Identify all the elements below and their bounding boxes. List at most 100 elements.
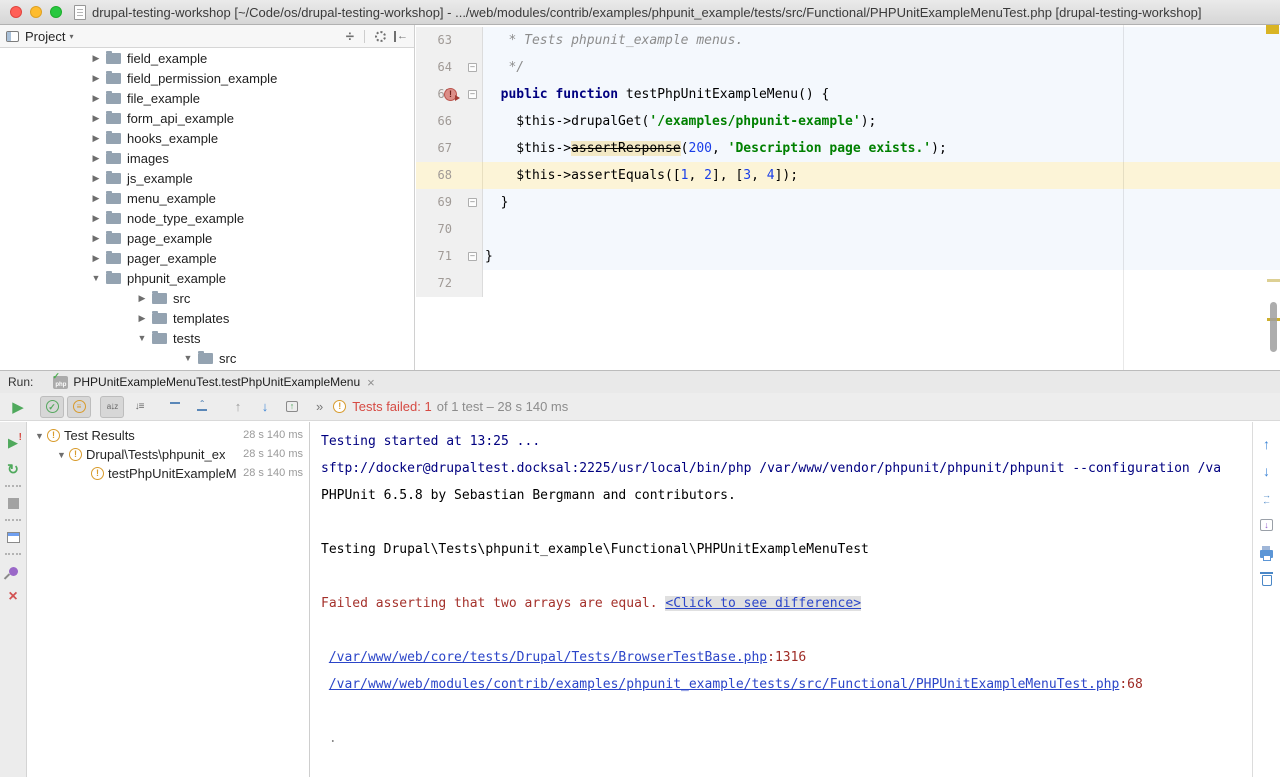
collapse-all-icon[interactable]: ÷ — [346, 28, 354, 45]
up-the-stack-trace-button[interactable]: ↑ — [1253, 430, 1280, 457]
chevron-right-icon[interactable]: ▶ — [88, 173, 104, 184]
next-failed-test-button[interactable]: ↓ — [253, 396, 277, 418]
chevron-right-icon[interactable]: ▶ — [88, 133, 104, 144]
chevron-down-icon[interactable]: ▼ — [88, 273, 104, 283]
code-line[interactable]: 66 $this->drupalGet('/examples/phpunit-e… — [416, 108, 1280, 135]
code-line[interactable]: 69– } — [416, 189, 1280, 216]
project-tree-item[interactable]: ▶field_example — [0, 48, 414, 68]
chevron-right-icon[interactable]: ▶ — [134, 313, 150, 324]
toggle-auto-test-button[interactable]: ↻ — [0, 456, 26, 482]
error-stripe-corner[interactable] — [1266, 25, 1279, 34]
code-cell[interactable]: */ — [483, 54, 1280, 81]
chevron-down-icon[interactable]: ▼ — [32, 431, 47, 441]
project-tree-item[interactable]: ▼phpunit_example — [0, 268, 414, 288]
editor-gutter[interactable]: 63 — [416, 27, 483, 54]
more-actions-icon[interactable]: » — [316, 399, 323, 414]
close-window-button[interactable] — [10, 6, 22, 18]
test-tree-item[interactable]: ▼!Test Results28 s 140 ms — [27, 426, 309, 445]
test-tree-item[interactable]: ▼!Drupal\Tests\phpunit_ex28 s 140 ms — [27, 445, 309, 464]
expand-all-button[interactable]: ˇ — [163, 396, 187, 418]
code-cell[interactable]: public function testPhpUnitExampleMenu()… — [483, 81, 1280, 108]
chevron-down-icon[interactable]: ▼ — [54, 450, 69, 460]
project-tree-item[interactable]: ▶field_permission_example — [0, 68, 414, 88]
chevron-down-icon[interactable]: ▼ — [180, 353, 196, 363]
code-editor[interactable]: 63 * Tests phpunit_example menus.64– */6… — [416, 25, 1280, 370]
stop-button[interactable] — [0, 490, 26, 516]
editor-gutter[interactable]: 72 — [416, 270, 483, 297]
gear-icon[interactable] — [375, 31, 386, 42]
chevron-right-icon[interactable]: ▶ — [88, 213, 104, 224]
hide-panel-icon[interactable]: ← — [394, 31, 408, 42]
console-link[interactable]: /var/www/web/modules/contrib/examples/ph… — [329, 677, 1120, 692]
fold-marker-icon[interactable]: – — [468, 252, 477, 261]
rerun-failed-tests-button[interactable]: ▶! — [0, 430, 26, 456]
restore-layout-button[interactable] — [0, 524, 26, 550]
project-tree-item[interactable]: ▶form_api_example — [0, 108, 414, 128]
zoom-window-button[interactable] — [50, 6, 62, 18]
project-panel-title[interactable]: Project — [25, 29, 65, 44]
project-tree-item[interactable]: ▶file_example — [0, 88, 414, 108]
project-tree-item[interactable]: ▼tests — [0, 328, 414, 348]
editor-gutter[interactable]: 67 — [416, 135, 483, 162]
down-the-stack-trace-button[interactable]: ↓ — [1253, 457, 1280, 484]
editor-gutter[interactable]: 69– — [416, 189, 483, 216]
clear-all-button[interactable] — [1253, 565, 1280, 592]
minimize-window-button[interactable] — [30, 6, 42, 18]
code-cell[interactable]: } — [483, 189, 1280, 216]
chevron-right-icon[interactable]: ▶ — [88, 233, 104, 244]
code-line[interactable]: 70 — [416, 216, 1280, 243]
close-tab-icon[interactable]: × — [367, 376, 375, 389]
project-tree-item[interactable]: ▶page_example — [0, 228, 414, 248]
chevron-right-icon[interactable]: ▶ — [88, 193, 104, 204]
show-passed-button[interactable]: ✓ — [40, 396, 64, 418]
code-cell[interactable] — [483, 216, 1280, 243]
project-tree-item[interactable]: ▶node_type_example — [0, 208, 414, 228]
editor-gutter[interactable]: 70 — [416, 216, 483, 243]
code-cell[interactable]: } — [483, 243, 1280, 270]
code-cell[interactable]: * Tests phpunit_example menus. — [483, 27, 1280, 54]
chevron-right-icon[interactable]: ▶ — [88, 153, 104, 164]
fold-marker-icon[interactable]: – — [468, 198, 477, 207]
project-tree-item[interactable]: ▶src — [0, 288, 414, 308]
chevron-right-icon[interactable]: ▶ — [88, 73, 104, 84]
failed-test-gutter-icon[interactable]: ! — [444, 88, 457, 101]
rerun-button[interactable]: ▶ — [6, 396, 30, 418]
scrollbar-warning-mark[interactable] — [1267, 279, 1280, 282]
chevron-right-icon[interactable]: ▶ — [88, 113, 104, 124]
sort-alphabetically-button[interactable]: a↓z — [100, 396, 124, 418]
fold-marker-icon[interactable]: – — [468, 90, 477, 99]
code-line[interactable]: 63 * Tests phpunit_example menus. — [416, 27, 1280, 54]
close-panel-button[interactable]: × — [0, 584, 26, 610]
code-line[interactable]: 71–} — [416, 243, 1280, 270]
soft-wrap-button[interactable]: →← — [1253, 484, 1280, 511]
console-link[interactable]: <Click to see difference> — [665, 596, 861, 611]
project-tree-item[interactable]: ▶pager_example — [0, 248, 414, 268]
pin-tab-button[interactable] — [0, 558, 26, 584]
chevron-down-icon[interactable]: ▼ — [134, 333, 150, 343]
project-tree-item[interactable]: ▶templates — [0, 308, 414, 328]
console-link[interactable]: /var/www/web/core/tests/Drupal/Tests/Bro… — [329, 650, 767, 665]
scroll-to-end-button[interactable]: ↓ — [1253, 511, 1280, 538]
sort-by-duration-button[interactable]: ↓≡ — [127, 396, 151, 418]
code-line[interactable]: 72 — [416, 270, 1280, 297]
project-tree-item[interactable]: ▼src — [0, 348, 414, 368]
test-tree-item[interactable]: !testPhpUnitExampleM28 s 140 ms — [27, 464, 309, 483]
code-cell[interactable]: $this->drupalGet('/examples/phpunit-exam… — [483, 108, 1280, 135]
show-ignored-button[interactable]: ≡ — [67, 396, 91, 418]
editor-gutter[interactable]: 65!– — [416, 81, 483, 108]
code-line[interactable]: 68 $this->assertEquals([1, 2], [3, 4]); — [416, 162, 1280, 189]
editor-gutter[interactable]: 71– — [416, 243, 483, 270]
editor-gutter[interactable]: 68 — [416, 162, 483, 189]
editor-gutter[interactable]: 66 — [416, 108, 483, 135]
project-tree-item[interactable]: ▶images — [0, 148, 414, 168]
project-tree-item[interactable]: ▶hooks_example — [0, 128, 414, 148]
fold-marker-icon[interactable]: – — [468, 63, 477, 72]
collapse-all-button[interactable]: ˆ — [190, 396, 214, 418]
chevron-down-icon[interactable]: ▾ — [69, 32, 73, 41]
chevron-right-icon[interactable]: ▶ — [134, 293, 150, 304]
code-line[interactable]: 64– */ — [416, 54, 1280, 81]
code-cell[interactable]: $this->assertEquals([1, 2], [3, 4]); — [483, 162, 1280, 189]
editor-gutter[interactable]: 64– — [416, 54, 483, 81]
chevron-right-icon[interactable]: ▶ — [88, 253, 104, 264]
run-configuration-tab[interactable]: ✓ php PHPUnitExampleMenuTest.testPhpUnit… — [47, 371, 380, 393]
